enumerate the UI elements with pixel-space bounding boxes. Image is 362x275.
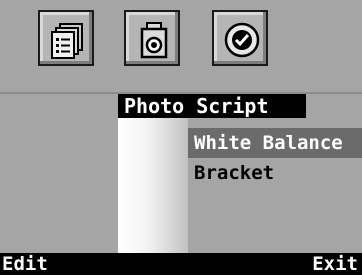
toolbar <box>0 0 362 94</box>
menu-title: Photo Script <box>118 94 306 118</box>
checkmark-circle-icon <box>224 22 260 58</box>
exit-softkey[interactable]: Exit <box>312 253 358 275</box>
script-list-button[interactable] <box>38 10 94 66</box>
softkey-bar: Edit Exit <box>0 253 362 275</box>
camera-icon <box>140 22 168 59</box>
edit-softkey[interactable]: Edit <box>2 253 48 275</box>
confirm-button[interactable] <box>212 10 268 66</box>
camera-button[interactable] <box>124 10 180 66</box>
menu-list: White Balance Bracket <box>188 128 362 208</box>
menu-side-strip <box>118 118 188 256</box>
menu-item-white-balance[interactable]: White Balance <box>188 128 362 158</box>
menu-item-bracket[interactable]: Bracket <box>188 158 362 188</box>
camera-screen: Photo Script White Balance Bracket Edit … <box>0 0 362 275</box>
document-stack-icon <box>51 23 83 59</box>
